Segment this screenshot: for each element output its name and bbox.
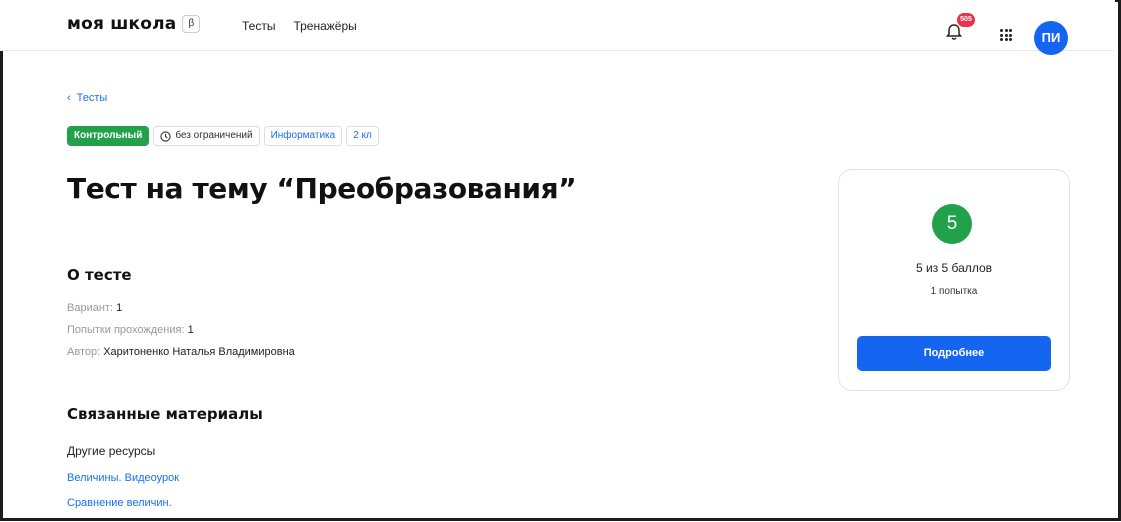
beta-badge: β: [182, 15, 201, 33]
variant-label: Вариант:: [67, 302, 114, 314]
logo[interactable]: моя школа β: [67, 14, 201, 34]
points-text: 5 из 5 баллов: [915, 261, 992, 275]
logo-text: моя школа: [67, 14, 177, 34]
author-label: Автор:: [67, 346, 101, 358]
page-title: Тест на тему “Преобразования”: [67, 172, 577, 205]
nav-item-trainers[interactable]: Тренажёры: [293, 19, 356, 33]
tag-time-limit-label: без ограничений: [175, 130, 253, 141]
variant-value: 1: [116, 302, 123, 314]
tag-subject[interactable]: Информатика: [263, 126, 343, 146]
attempts-row: Попытки прохождения: 1: [67, 324, 194, 336]
related-heading: Связанные материалы: [67, 405, 263, 423]
chevron-left-icon: ‹: [67, 92, 71, 104]
apps-grid-icon[interactable]: [1000, 29, 1012, 41]
variant-row: Вариант: 1: [67, 302, 122, 314]
tag-grade[interactable]: 2 кл: [346, 126, 379, 146]
author-value: Харитоненко Наталья Владимировна: [103, 346, 295, 358]
top-navigation-bar: моя школа β Тесты Тренажёры 505 ПИ: [0, 0, 1115, 55]
score-circle: 5: [932, 204, 972, 244]
details-button[interactable]: Подробнее: [857, 336, 1051, 371]
related-link-comparison[interactable]: Сравнение величин.: [67, 497, 172, 509]
related-link-video[interactable]: Величины. Видеоурок: [67, 472, 179, 484]
test-tags: Контрольный без ограничений Информатика …: [67, 126, 379, 146]
clock-icon: [160, 130, 171, 142]
attempts-label: Попытки прохождения:: [67, 324, 185, 336]
main-nav: Тесты Тренажёры: [242, 19, 357, 33]
nav-item-tests[interactable]: Тесты: [242, 19, 275, 33]
attempts-value: 1: [187, 324, 194, 336]
about-heading: О тесте: [67, 266, 132, 284]
tag-time-limit: без ограничений: [153, 126, 260, 146]
breadcrumb-back-link[interactable]: ‹ Тесты: [67, 92, 107, 104]
tag-test-type: Контрольный: [67, 126, 150, 146]
user-avatar[interactable]: ПИ: [1034, 21, 1068, 55]
author-row: Автор: Харитоненко Наталья Владимировна: [67, 346, 295, 358]
other-resources-label: Другие ресурсы: [67, 444, 156, 458]
breadcrumb-label: Тесты: [76, 92, 108, 104]
result-card: 5 5 из 5 баллов 1 попытка Подробнее: [838, 169, 1070, 391]
attempts-text: 1 попытка: [930, 286, 978, 297]
notification-count-badge: 505: [957, 13, 975, 27]
